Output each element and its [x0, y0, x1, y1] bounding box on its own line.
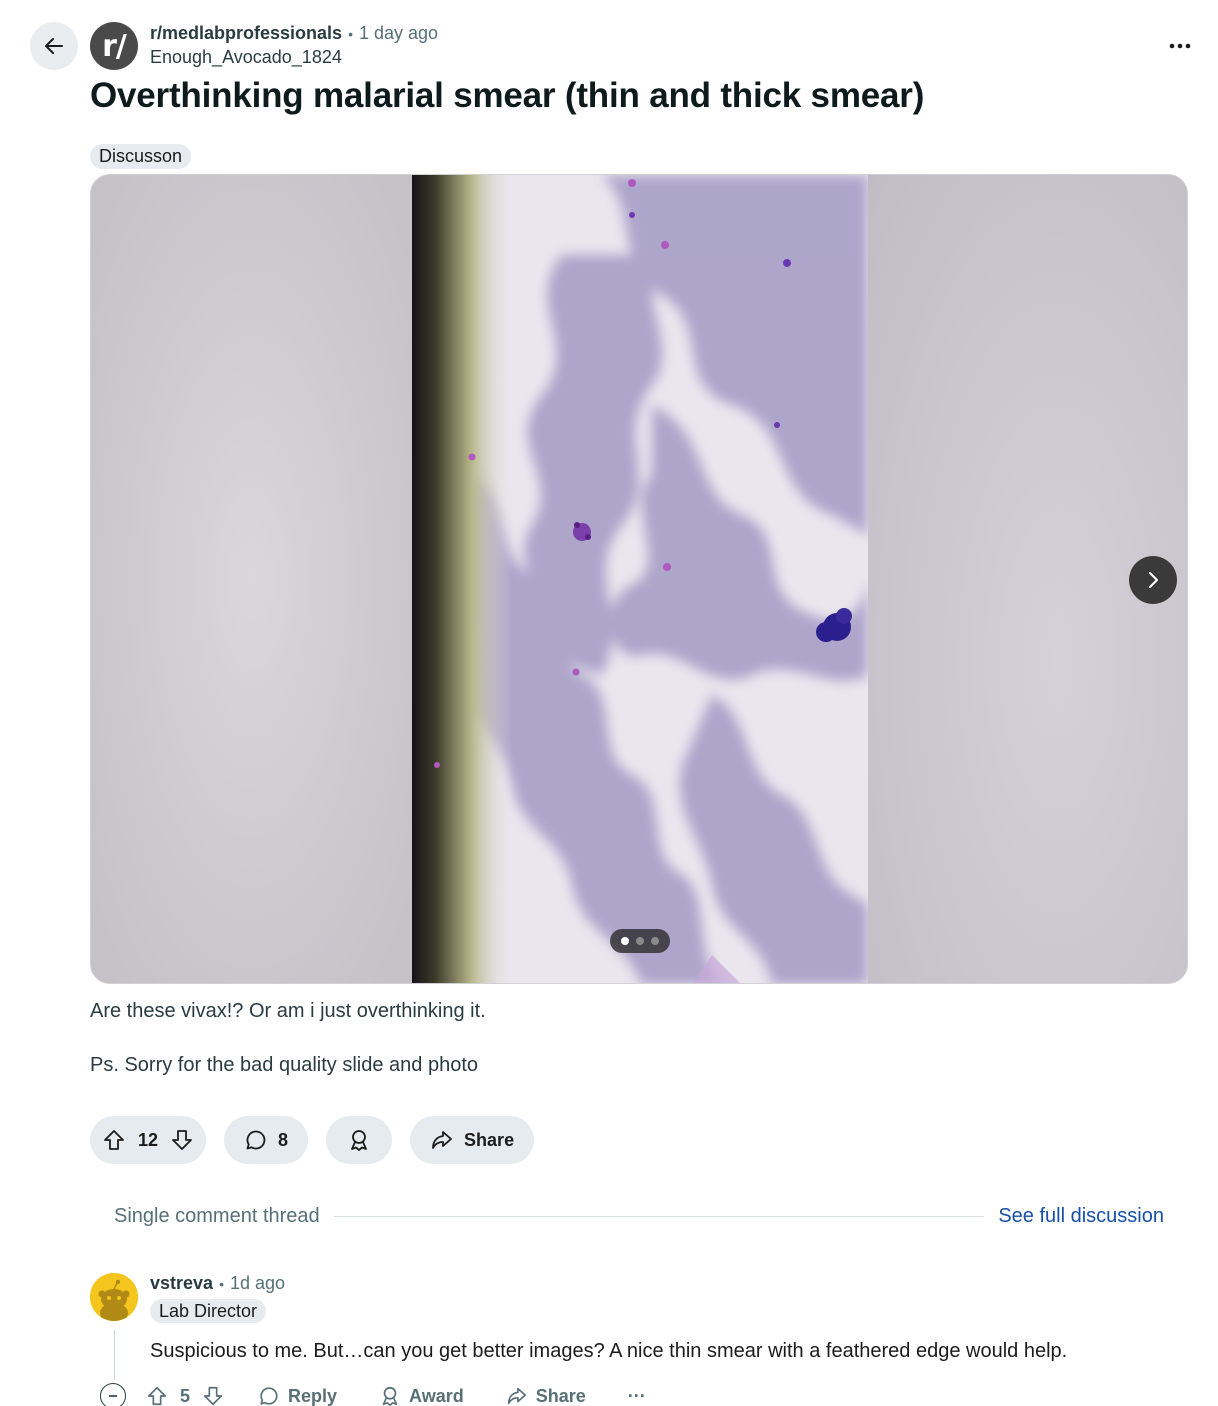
- comment-icon: [246, 1130, 266, 1150]
- collapse-icon: [109, 1395, 117, 1397]
- comment-meta: vstreva • 1d ago: [150, 1273, 285, 1294]
- comment-more-button[interactable]: ···: [628, 1386, 646, 1406]
- award-label: Award: [409, 1385, 464, 1406]
- subreddit-link[interactable]: r/medlabprofessionals: [150, 23, 342, 44]
- vote-control: 12: [90, 1116, 207, 1164]
- blood-smear-image: [412, 175, 868, 983]
- gallery-next-button[interactable]: [1129, 556, 1177, 604]
- see-full-discussion-link[interactable]: See full discussion: [998, 1205, 1164, 1228]
- award-icon: [351, 1130, 367, 1151]
- comment-vote-count: 5: [180, 1385, 191, 1406]
- gallery-blur-left: [91, 175, 412, 983]
- upvote-icon: [147, 1386, 167, 1406]
- comment-time: 1d ago: [229, 1273, 286, 1293]
- collapse-button[interactable]: [100, 1383, 126, 1406]
- back-arrow-icon: [45, 38, 63, 54]
- share-icon: [432, 1131, 452, 1149]
- pager-dot[interactable]: [621, 937, 629, 945]
- comment-downvote-button[interactable]: [202, 1385, 224, 1406]
- more-options-button[interactable]: [1162, 28, 1198, 64]
- thread-divider: [333, 1215, 985, 1217]
- gallery-pager: [610, 929, 670, 953]
- downvote-button[interactable]: [170, 1128, 194, 1152]
- user-flair: Lab Director: [150, 1299, 267, 1323]
- reply-button[interactable]: Reply: [258, 1385, 337, 1406]
- back-button[interactable]: [30, 22, 78, 70]
- more-icon: [1169, 43, 1191, 49]
- post-title[interactable]: Overthinking malarial smear (thin and th…: [90, 76, 924, 116]
- thread-label: Single comment thread: [114, 1204, 320, 1227]
- share-icon: [507, 1387, 526, 1405]
- share-label: Share: [535, 1385, 586, 1406]
- share-button[interactable]: Share: [410, 1116, 535, 1164]
- comment-action-bar: 5 Reply Award Share ···: [100, 1381, 646, 1406]
- thread-line[interactable]: [114, 1330, 115, 1380]
- media-gallery[interactable]: [90, 174, 1188, 984]
- comment-icon: [260, 1387, 278, 1405]
- snoo-avatar-icon: [90, 1273, 138, 1321]
- comment-share-button[interactable]: Share: [506, 1385, 586, 1406]
- chevron-right-icon: [1149, 572, 1158, 588]
- thread-header: Single comment thread See full discussio…: [114, 1200, 1164, 1232]
- post-body-line: Are these vivax!? Or am i just overthink…: [90, 1000, 486, 1022]
- subreddit-avatar[interactable]: r/: [90, 22, 138, 70]
- pager-dot[interactable]: [651, 937, 659, 945]
- upvote-icon: [104, 1130, 124, 1150]
- share-label: Share: [464, 1129, 515, 1150]
- post-flair[interactable]: Discusson: [90, 144, 192, 169]
- post-action-bar: 12 8 Share: [90, 1116, 535, 1164]
- vote-count: 12: [138, 1129, 159, 1150]
- comment-award-button[interactable]: Award: [379, 1385, 464, 1406]
- meta-separator: •: [219, 1275, 224, 1292]
- comment-avatar[interactable]: [90, 1273, 138, 1321]
- post-time: 1 day ago: [358, 23, 439, 43]
- post-meta: r/medlabprofessionals • 1 day ago: [150, 23, 438, 44]
- award-icon: [382, 1386, 398, 1406]
- pager-dot[interactable]: [636, 937, 644, 945]
- post-author[interactable]: Enough_Avocado_1824: [150, 47, 342, 68]
- comment-upvote-button[interactable]: [146, 1385, 168, 1406]
- smear-photo[interactable]: [412, 175, 868, 983]
- post-body-line: Ps. Sorry for the bad quality slide and …: [90, 1054, 479, 1076]
- comment-count: 8: [278, 1129, 289, 1150]
- downvote-icon: [203, 1386, 223, 1406]
- meta-separator: •: [348, 25, 353, 42]
- award-button[interactable]: [326, 1116, 393, 1164]
- comments-button[interactable]: 8: [224, 1116, 309, 1164]
- comment-username[interactable]: vstreva: [150, 1273, 213, 1294]
- downvote-icon: [172, 1130, 192, 1150]
- upvote-button[interactable]: [102, 1128, 126, 1152]
- more-icon: ···: [627, 1385, 646, 1406]
- comment-text: Suspicious to me. But…can you get better…: [150, 1340, 1068, 1362]
- reply-label: Reply: [288, 1385, 338, 1406]
